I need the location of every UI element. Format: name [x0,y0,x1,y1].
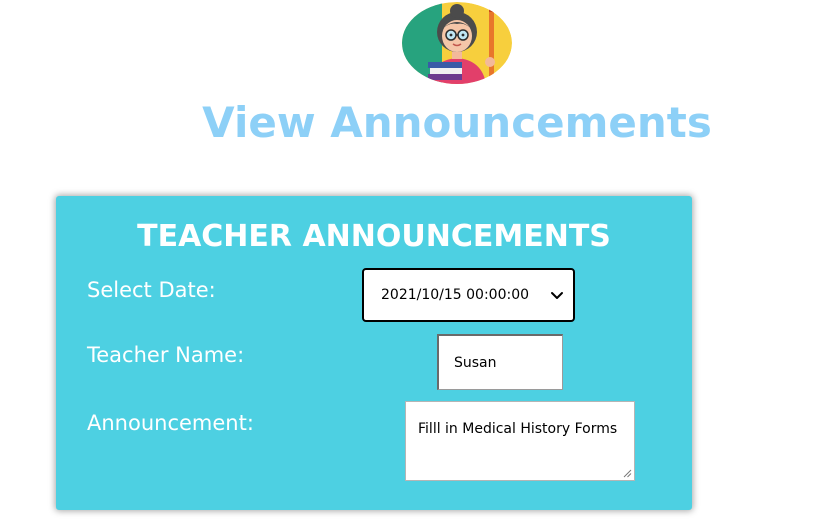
resize-grip-icon[interactable] [623,469,632,478]
card-title: TEACHER ANNOUNCEMENTS [137,219,611,254]
announcement-label: Announcement: [87,411,254,435]
page: View Announcements TEACHER ANNOUNCEMENTS… [0,0,819,521]
page-title: View Announcements [202,98,712,147]
select-date-label: Select Date: [87,278,216,302]
teacher-name-field[interactable] [437,334,563,390]
date-select-value: 2021/10/15 00:00:00 [381,287,530,303]
teacher-avatar-icon [402,2,512,84]
chevron-down-icon [551,292,563,299]
announcement-text: Filll in Medical History Forms [418,421,618,437]
teacher-name-label: Teacher Name: [87,343,245,367]
announcement-textarea[interactable]: Filll in Medical History Forms [405,401,635,481]
date-select[interactable]: 2021/10/15 00:00:00 [362,268,575,322]
